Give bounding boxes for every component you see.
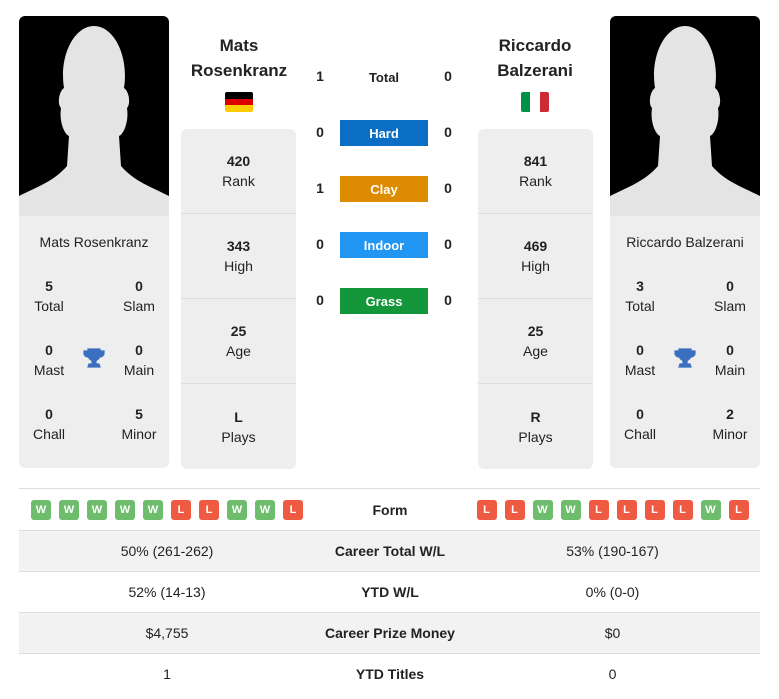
player-silhouette-icon: [19, 26, 169, 216]
comparison-row: $4,755 Career Prize Money $0: [19, 612, 760, 653]
form-result-badge: W: [31, 500, 51, 520]
h2h-clay-p1: 1: [316, 180, 324, 196]
player1-stats: 420 Rank 343 High 25 Age L Plays: [181, 129, 296, 469]
form-result-badge: W: [532, 500, 553, 520]
form-result-badge: W: [255, 500, 275, 520]
h2h-total-p2: 0: [444, 68, 452, 84]
player2-minor-titles: 2 Minor: [712, 406, 748, 442]
player1-value: 1: [163, 666, 171, 682]
player2-name[interactable]: Riccardo Balzerani: [460, 33, 610, 83]
player1-name[interactable]: Mats Rosenkranz: [164, 33, 314, 83]
comparison-row: 1 YTD Titles 0: [19, 653, 760, 694]
form-result-badge: W: [143, 500, 163, 520]
h2h-indoor-p1: 0: [316, 236, 324, 252]
player1-main-titles: 0 Main: [123, 342, 155, 378]
h2h-total-p1: 1: [316, 68, 324, 84]
player-silhouette-icon: [610, 26, 760, 216]
player2-stats: 841 Rank 469 High 25 Age R Plays: [478, 129, 593, 469]
comparison-row: 50% (261-262) Career Total W/L 53% (190-…: [19, 530, 760, 571]
player1-titles-card: Mats Rosenkranz 5 Total 0 Slam 0 Mast 0 Main…: [19, 216, 169, 468]
player2-mast-titles: 0 Mast: [624, 342, 656, 378]
player2-age: 25 Age: [478, 299, 593, 384]
form-result-badge: L: [728, 500, 749, 520]
player1-minor-titles: 5 Minor: [121, 406, 157, 442]
form-result-badge: L: [616, 500, 637, 520]
player1-form: WWWWWLLWWL: [31, 500, 303, 520]
player1-high: 343 High: [181, 214, 296, 299]
h2h-clay-p2: 0: [444, 180, 452, 196]
form-result-badge: L: [504, 500, 525, 520]
player2-value: $0: [604, 625, 621, 641]
player1-value: 52% (14-13): [128, 584, 206, 600]
player2-chall-titles: 0 Chall: [624, 406, 656, 442]
player2-main-titles: 0 Main: [714, 342, 746, 378]
player2-total-titles: 3 Total: [625, 278, 655, 314]
comparison-label: Career Total W/L: [334, 543, 446, 559]
player1-mast-titles: 0 Mast: [33, 342, 65, 378]
player1-card-name: Mats Rosenkranz: [39, 234, 149, 250]
form-result-badge: W: [115, 500, 135, 520]
italy-flag-icon: [521, 92, 549, 112]
player1-age: 25 Age: [181, 299, 296, 384]
player2-photo: [610, 16, 760, 216]
player1-rank: 420 Rank: [181, 129, 296, 214]
form-result-badge: L: [644, 500, 665, 520]
form-result-badge: W: [87, 500, 107, 520]
form-result-badge: L: [283, 500, 303, 520]
form-result-badge: W: [700, 500, 721, 520]
h2h-hard-p1: 0: [316, 124, 324, 140]
h2h-grass-p1: 0: [316, 292, 324, 308]
player2-value: 0: [608, 666, 617, 682]
player2-form: LLWWLLLLWL: [476, 500, 749, 520]
player2-plays: R Plays: [518, 408, 553, 445]
surface-indoor-button[interactable]: Indoor: [340, 232, 428, 258]
player1-total-titles: 5 Total: [34, 278, 64, 314]
comparison-row: 52% (14-13) YTD W/L 0% (0-0): [19, 571, 760, 612]
form-label: Form: [372, 502, 408, 518]
comparison-label: YTD W/L: [361, 584, 419, 600]
form-result-badge: L: [588, 500, 609, 520]
comparison-label: YTD Titles: [355, 666, 425, 682]
h2h-hard-p2: 0: [444, 124, 452, 140]
player2-high: 469 High: [478, 214, 593, 299]
form-result-badge: W: [560, 500, 581, 520]
h2h-grass-p2: 0: [444, 292, 452, 308]
player2-card-name: Riccardo Balzerani: [626, 234, 744, 250]
form-result-badge: L: [476, 500, 497, 520]
player1-plays: L Plays: [221, 408, 256, 445]
form-result-badge: L: [199, 500, 219, 520]
player1-chall-titles: 0 Chall: [33, 406, 65, 442]
player2-value: 0% (0-0): [585, 584, 640, 600]
form-result-badge: L: [672, 500, 693, 520]
player2-slam-titles: 0 Slam: [714, 278, 746, 314]
form-result-badge: L: [171, 500, 191, 520]
form-row: WWWWWLLWWL Form LLWWLLLLWL: [19, 488, 760, 531]
form-result-badge: W: [59, 500, 79, 520]
surface-clay-button[interactable]: Clay: [340, 176, 428, 202]
surface-grass-button[interactable]: Grass: [340, 288, 428, 314]
player2-titles-card: Riccardo Balzerani 3 Total 0 Slam 0 Mast 0M…: [610, 216, 760, 468]
player1-value: 50% (261-262): [120, 543, 214, 559]
surface-hard-button[interactable]: Hard: [340, 120, 428, 146]
player1-value: $4,755: [145, 625, 189, 641]
h2h-total-label: Total: [368, 70, 400, 85]
player1-slam-titles: 0 Slam: [123, 278, 155, 314]
trophy-icon: [83, 348, 105, 368]
form-result-badge: W: [227, 500, 247, 520]
trophy-icon: [674, 348, 696, 368]
player2-rank: 841 Rank: [478, 129, 593, 214]
comparison-label: Career Prize Money: [325, 625, 455, 641]
player2-value: 53% (190-167): [566, 543, 659, 559]
player1-photo: [19, 16, 169, 216]
h2h-indoor-p2: 0: [444, 236, 452, 252]
germany-flag-icon: [225, 92, 253, 112]
